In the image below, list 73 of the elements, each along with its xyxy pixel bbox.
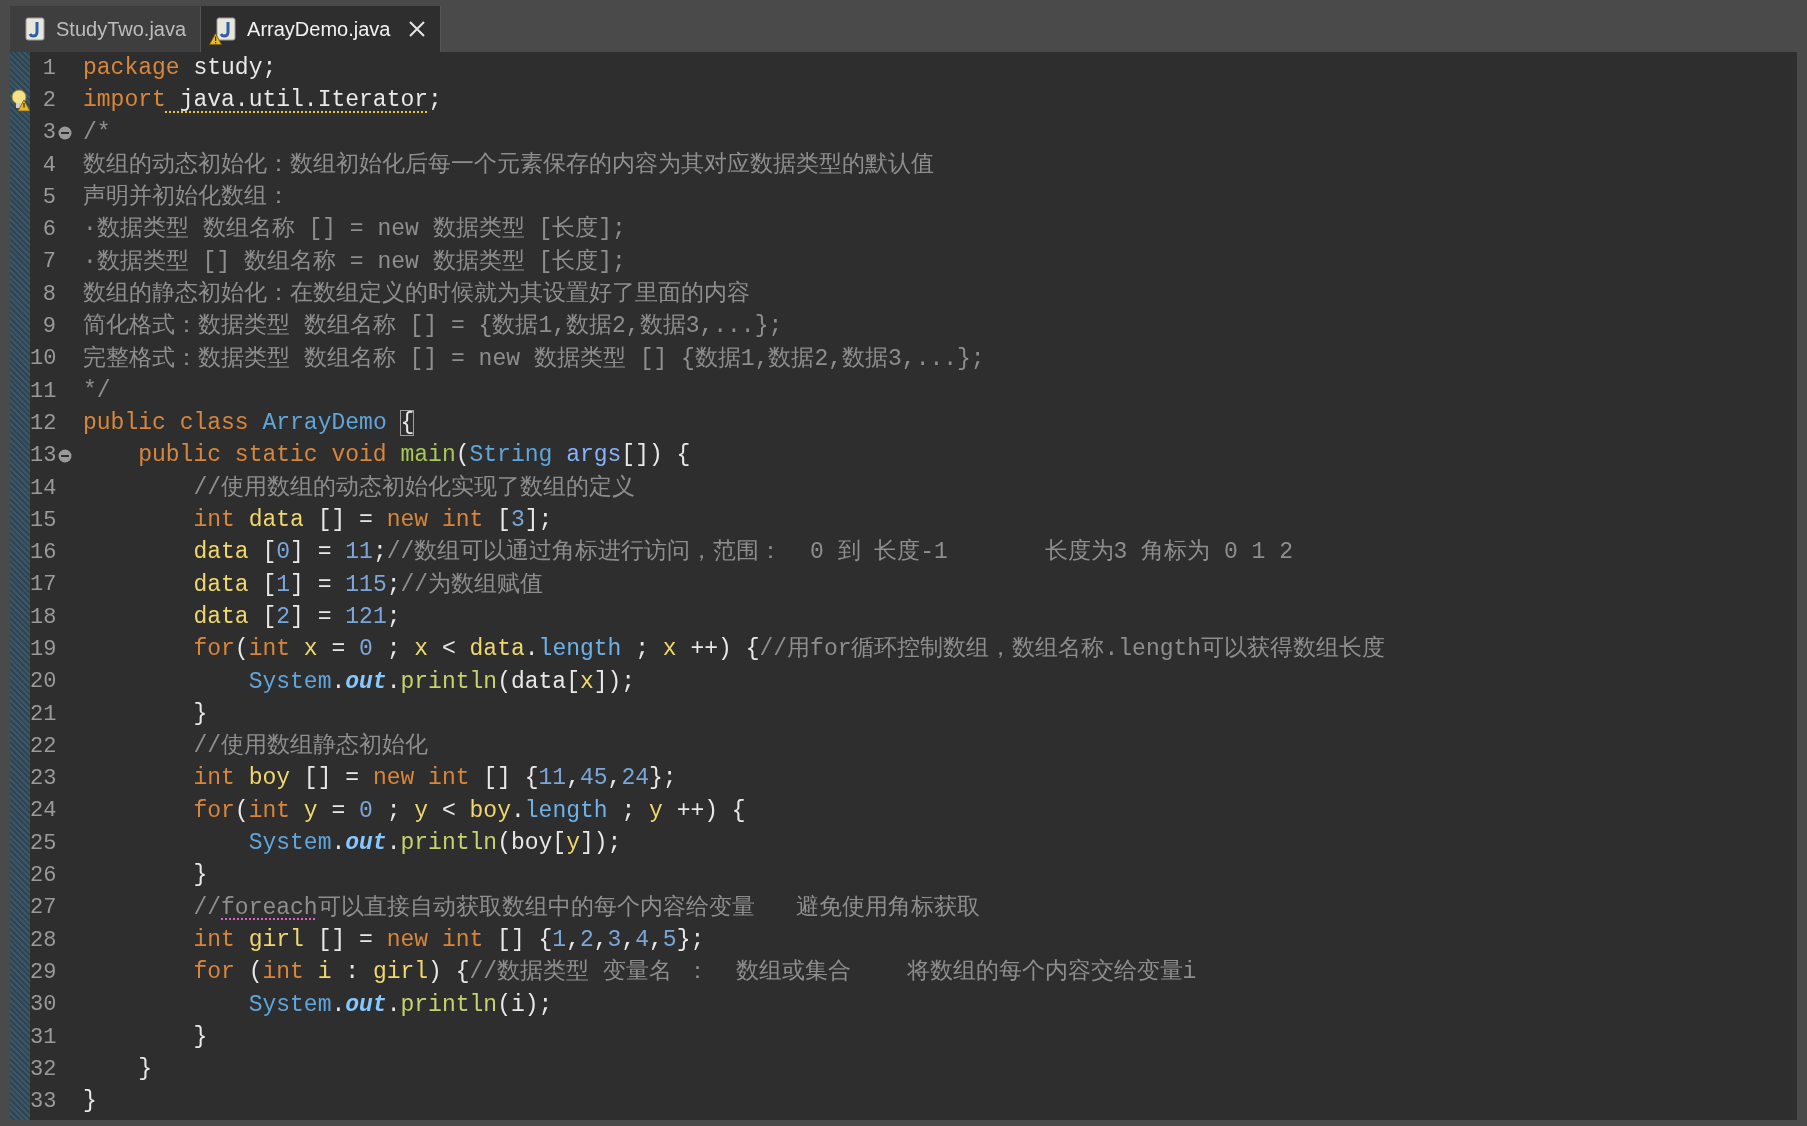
line-number: 7 <box>41 248 56 277</box>
code-line: for(int y = 0 ; y < boy.length ; y ++) { <box>192 796 746 826</box>
line-number: 31 <box>30 1023 56 1052</box>
code-line: //foreach可以直接自动获取数组中的每个内容给变量 避免使用角标获取 <box>192 893 981 923</box>
code-line: } <box>192 1022 208 1052</box>
code-line: System.out.println(boy[y]); <box>247 829 622 859</box>
collapse-icon[interactable] <box>58 448 72 463</box>
code-line: } <box>192 861 208 891</box>
line-number: 1 <box>41 54 56 83</box>
code-line: 声明并初始化数组： <box>83 182 290 213</box>
line-number: 11 <box>30 377 56 406</box>
code-line: } <box>137 1055 152 1085</box>
line-number: 5 <box>41 183 56 212</box>
line-number: 19 <box>30 636 56 664</box>
line-number: 4 <box>41 151 56 180</box>
line-number: 30 <box>30 991 56 1020</box>
code-line: int boy [] = new int [] {11,45,24}; <box>192 764 677 794</box>
line-number: 8 <box>41 280 56 309</box>
code-line: } <box>192 699 208 729</box>
code-line: //使用数组的动态初始化实现了数组的定义 <box>192 473 636 503</box>
line-number: 25 <box>30 829 56 858</box>
close-icon[interactable] <box>408 20 427 38</box>
line-number: 26 <box>30 862 56 891</box>
code-line: data [1] = 115;//为数组赋值 <box>192 570 544 600</box>
line-number: 18 <box>30 603 56 632</box>
code-line: for(int x = 0 ; x < data.length ; x ++) {//用for循环控制数组，数组名称.length可以获得数组长度 <box>192 635 1386 665</box>
line-number: 27 <box>30 894 56 923</box>
java-file-icon <box>24 17 46 41</box>
line-number: 13 <box>30 442 56 471</box>
line-number: 28 <box>30 926 56 955</box>
line-number: 2 <box>41 86 56 115</box>
code-line: /* <box>83 118 111 148</box>
code-line: for (int i : girl) {//数据类型 变量名 ： 数组或集合 将数组的每个内容交给变量i <box>192 957 1197 988</box>
line-number: 29 <box>30 958 56 987</box>
code-line: */ <box>83 376 111 406</box>
line-number: 21 <box>30 700 56 729</box>
code-line: 数组的动态初始化：数组初始化后每一个元素保存的内容为其对应数据类型的默认值 <box>83 150 934 180</box>
code-line: public static void main(String args[]) { <box>137 441 691 471</box>
code-line: 简化格式：数据类型 数组名称 [] = {数据1,数据2,数据3,...}; <box>83 312 783 342</box>
line-number: 12 <box>30 409 56 438</box>
code-line: import java.util.Iterator; <box>83 86 442 116</box>
code-line: } <box>83 1087 97 1117</box>
line-number: 15 <box>30 506 56 535</box>
line-number: 10 <box>30 345 56 374</box>
code-line: ·数据类型 数组名称 [] = new 数据类型 [长度]; <box>83 215 626 245</box>
line-number: 22 <box>30 732 56 761</box>
code-line: 数组的静态初始化：在数组定义的时候就为其设置好了里面的内容 <box>83 279 750 309</box>
code-line: public class ArrayDemo { <box>83 409 415 439</box>
code-line: int data [] = new int [3]; <box>192 506 553 536</box>
file-tab[interactable]: StudyTwo.java <box>10 6 202 52</box>
collapse-icon[interactable] <box>58 125 72 140</box>
line-number: 14 <box>30 474 56 503</box>
line-number: 24 <box>30 797 56 826</box>
line-number: 32 <box>30 1055 56 1084</box>
java-file-icon <box>215 17 238 41</box>
code-line: 完整格式：数据类型 数组名称 [] = new 数据类型 [] {数据1,数据2,数据3,...}; <box>83 344 985 374</box>
line-number: 17 <box>30 571 56 600</box>
line-number: 20 <box>30 668 56 697</box>
line-number: 9 <box>41 313 56 342</box>
line-number: 16 <box>30 539 56 568</box>
code-line: data [2] = 121; <box>192 602 401 632</box>
line-number: 3 <box>41 119 56 148</box>
code-line: ·数据类型 [] 数组名称 = new 数据类型 [长度]; <box>83 247 626 277</box>
code-line: package study; <box>83 53 277 83</box>
code-line: data [0] = 11;//数组可以通过角标进行访问，范围： 0 到 长度-1 长度为3 角标为 0 1 2 <box>192 537 1293 568</box>
line-number: 6 <box>41 216 56 245</box>
file-tab[interactable]: ArrayDemo.java <box>201 6 442 52</box>
code-line: int girl [] = new int [] {1,2,3,4,5}; <box>192 925 705 955</box>
line-number: 33 <box>30 1088 56 1117</box>
line-number: 23 <box>30 765 56 794</box>
code-line: //使用数组静态初始化 <box>192 731 429 762</box>
code-line: System.out.println(i); <box>247 990 553 1020</box>
code-line: System.out.println(data[x]); <box>247 667 636 697</box>
